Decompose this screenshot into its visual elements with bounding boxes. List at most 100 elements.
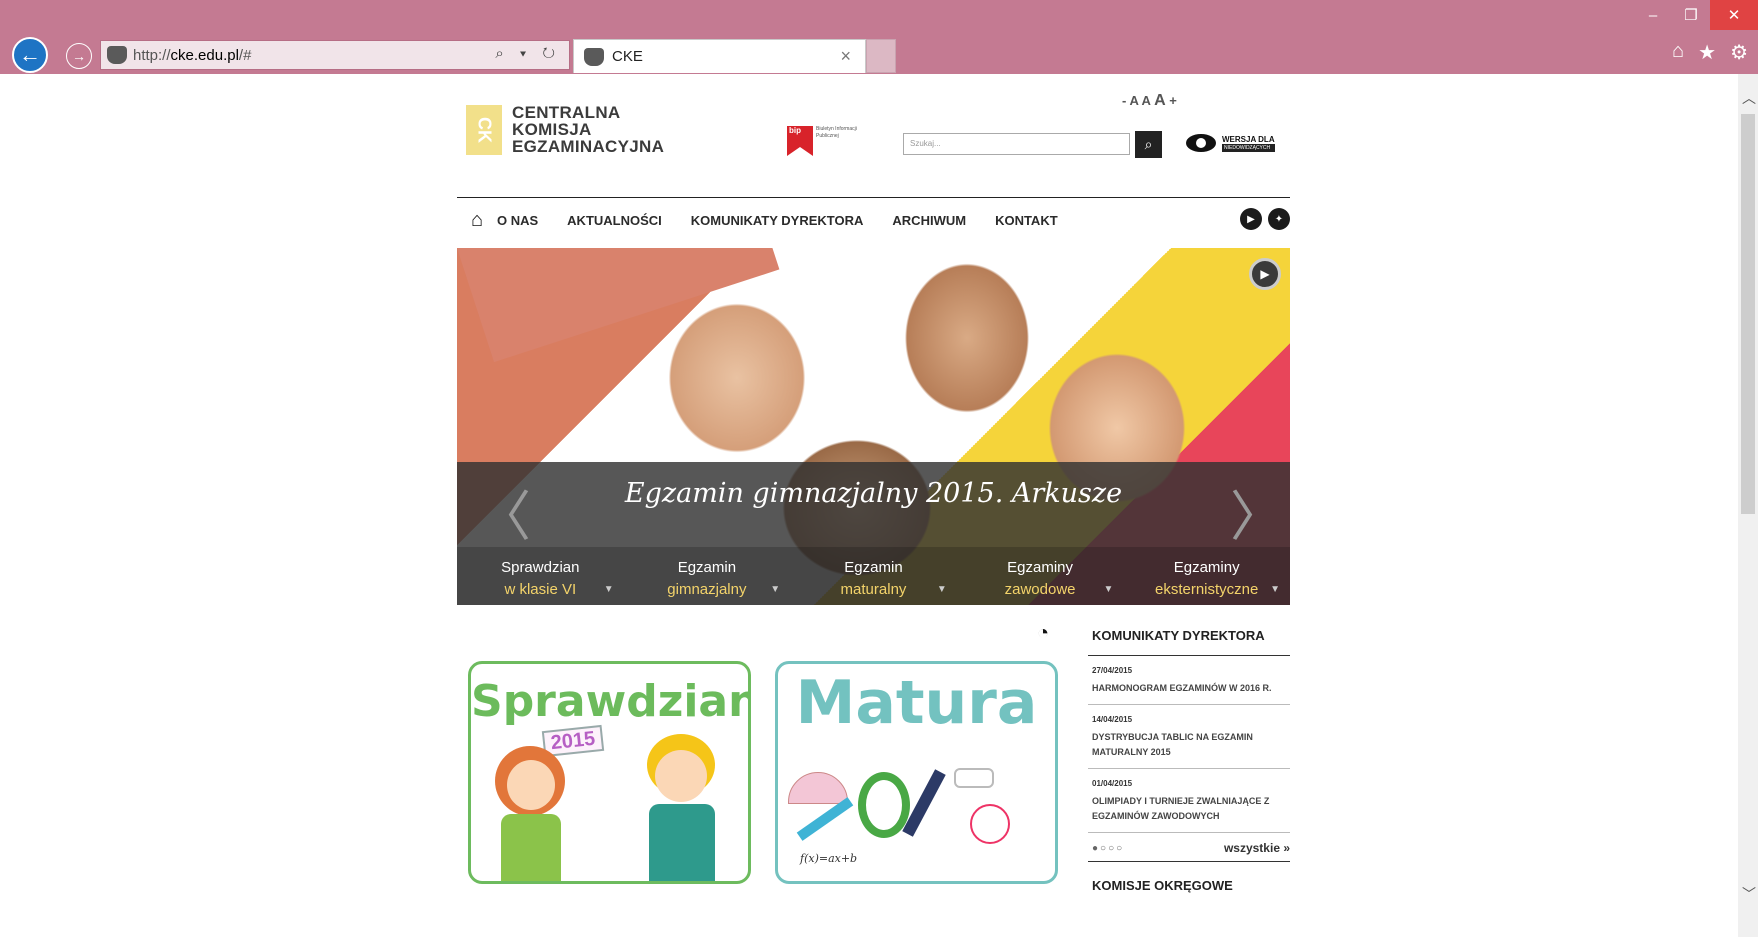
new-tab-button[interactable] bbox=[866, 39, 896, 73]
boy-shirt bbox=[649, 804, 715, 881]
restore-icon[interactable]: ❐ bbox=[1672, 0, 1710, 30]
exam-tab-sprawdzian[interactable]: Sprawdzian w klasie VI ▼ bbox=[457, 547, 624, 605]
director-announcements: KOMUNIKATY DYREKTORA 27/04/2015 HARMONOG… bbox=[1088, 614, 1290, 893]
exam-tab-line1: Egzaminy bbox=[1173, 559, 1240, 576]
regional-commissions-heading[interactable]: KOMISJE OKRĘGOWE bbox=[1088, 862, 1290, 893]
scroll-down-icon[interactable]: ﹀ bbox=[1742, 884, 1756, 904]
settings-gear-icon[interactable]: ⚙ bbox=[1730, 40, 1748, 65]
sprawdzian-card[interactable]: Sprawdzian 2015 bbox=[468, 661, 751, 884]
nav-item-archiwum[interactable]: ARCHIWUM bbox=[892, 213, 966, 228]
vertical-scrollbar[interactable]: ︿ ﹀ bbox=[1738, 74, 1758, 937]
back-button[interactable]: ← bbox=[12, 37, 48, 73]
news-title[interactable]: OLIMPIADY I TURNIEJE ZWALNIAJĄCE Z EGZAM… bbox=[1092, 794, 1290, 824]
news-date: 27/04/2015 bbox=[1092, 666, 1133, 675]
hero-image-book bbox=[457, 248, 780, 363]
url-suffix: /# bbox=[238, 46, 252, 64]
news-item[interactable]: 14/04/2015 DYSTRYBUCJA TABLIC NA EGZAMIN… bbox=[1088, 705, 1290, 769]
nav-item-o-nas[interactable]: O NAS bbox=[497, 213, 538, 228]
tab-close-icon[interactable]: × bbox=[840, 46, 851, 67]
search-input[interactable]: Szukaj... bbox=[903, 133, 1130, 155]
logo-mark: CK bbox=[466, 104, 502, 155]
news-date: 01/04/2015 bbox=[1092, 779, 1133, 788]
exam-tab-eksternistyczne[interactable]: Egzaminy eksternistyczne ▼ bbox=[1123, 547, 1290, 605]
hero-caption: 〈 Egzamin gimnazjalny 2015. Arkusze 〉 bbox=[457, 462, 1290, 547]
chevron-down-icon: ▼ bbox=[1103, 584, 1114, 595]
scroll-thumb[interactable] bbox=[1741, 114, 1755, 514]
exam-tab-line2: w klasie VI bbox=[504, 581, 577, 598]
wreath-zero-icon bbox=[858, 772, 910, 838]
function-formula: f(x)=ax+b bbox=[800, 852, 858, 865]
font-small[interactable]: A bbox=[1129, 93, 1138, 108]
news-pager: ●○○○ wszystkie » bbox=[1088, 833, 1290, 862]
all-news-link[interactable]: wszystkie » bbox=[1224, 841, 1290, 855]
tab-title: CKE bbox=[612, 48, 643, 65]
nav-item-kontakt[interactable]: KONTAKT bbox=[995, 213, 1058, 228]
news-title[interactable]: HARMONOGRAM EGZAMINÓW W 2016 R. bbox=[1092, 681, 1290, 696]
url-prefix: http:// bbox=[133, 46, 171, 64]
nav-home-icon[interactable]: ⌂ bbox=[457, 209, 497, 232]
exam-tabs: Sprawdzian w klasie VI ▼ Egzamin gimnazj… bbox=[457, 547, 1290, 605]
social-links: ▶ ✦ bbox=[1240, 208, 1290, 230]
low-vision-version-link[interactable]: WERSJA DLA NIEDOWIDZĄCYCH bbox=[1186, 134, 1275, 152]
news-item[interactable]: 01/04/2015 OLIMPIADY I TURNIEJE ZWALNIAJ… bbox=[1088, 769, 1290, 833]
exam-tab-line2: maturalny bbox=[840, 581, 907, 598]
nav-item-komunikaty[interactable]: KOMUNIKATY DYREKTORA bbox=[691, 213, 864, 228]
nav-item-aktualnosci[interactable]: AKTUALNOŚCI bbox=[567, 213, 662, 228]
sprawdzian-title: Sprawdzian bbox=[471, 676, 751, 727]
browser-toolbar-icons: ⌂ ★ ⚙ bbox=[1672, 40, 1748, 65]
address-tools[interactable]: ⌕ ▾ ↻ bbox=[495, 45, 561, 62]
logo-line-1: CENTRALNA bbox=[512, 103, 621, 122]
font-decrease[interactable]: - bbox=[1122, 93, 1126, 108]
news-title[interactable]: DYSTRYBUCJA TABLIC NA EGZAMIN MATURALNY … bbox=[1092, 730, 1290, 760]
tab-cke[interactable]: CKE × bbox=[573, 39, 866, 73]
bip-flag-icon: bip bbox=[787, 126, 813, 156]
main-nav: ⌂ O NAS AKTUALNOŚCI KOMUNIKATY DYREKTORA… bbox=[457, 197, 1290, 242]
test-tube-icon bbox=[954, 768, 994, 788]
hero-slider[interactable]: ▶ 〈 Egzamin gimnazjalny 2015. Arkusze 〉 … bbox=[457, 248, 1290, 605]
window-controls: – ❐ ✕ bbox=[1634, 0, 1758, 30]
scroll-up-icon[interactable]: ︿ bbox=[1742, 88, 1756, 108]
bip-link[interactable]: bip Biuletyn Informacji Publicznej bbox=[787, 126, 877, 158]
exam-tab-line1: Egzamin bbox=[844, 559, 903, 576]
slider-next-icon[interactable]: 〉 bbox=[1230, 472, 1284, 551]
girl-face bbox=[507, 760, 555, 810]
close-window-icon[interactable]: ✕ bbox=[1710, 0, 1758, 30]
protractor-icon bbox=[788, 772, 848, 804]
exam-tab-gimnazjalny[interactable]: Egzamin gimnazjalny ▼ bbox=[624, 547, 791, 605]
exam-tab-maturalny[interactable]: Egzamin maturalny ▼ bbox=[790, 547, 957, 605]
font-big[interactable]: A bbox=[1154, 92, 1166, 109]
twitter-icon[interactable]: ✦ bbox=[1268, 208, 1290, 230]
pager-dots[interactable]: ●○○○ bbox=[1092, 843, 1124, 854]
address-bar[interactable]: http://cke.edu.pl/# ⌕ ▾ ↻ bbox=[100, 40, 570, 70]
hero-title[interactable]: Egzamin gimnazjalny 2015. Arkusze bbox=[457, 478, 1290, 509]
matura-card[interactable]: Matura f(x)=ax+b bbox=[775, 661, 1058, 884]
youtube-icon[interactable]: ▶ bbox=[1240, 208, 1262, 230]
home-icon[interactable]: ⌂ bbox=[1672, 40, 1684, 65]
search-button[interactable]: ⌕ bbox=[1135, 131, 1162, 158]
wersja-label: WERSJA DLA bbox=[1222, 134, 1275, 144]
announcements-heading[interactable]: KOMUNIKATY DYREKTORA bbox=[1088, 614, 1290, 656]
forward-button[interactable]: → bbox=[66, 43, 92, 69]
boy-face bbox=[655, 750, 707, 802]
exam-tab-zawodowe[interactable]: Egzaminy zawodowe ▼ bbox=[957, 547, 1124, 605]
font-increase[interactable]: + bbox=[1169, 93, 1177, 108]
chevron-down-icon: ▼ bbox=[603, 584, 614, 595]
exam-tab-line1: Egzamin bbox=[677, 559, 737, 576]
search-icon: ⌕ bbox=[1144, 136, 1153, 152]
logo-line-2: KOMISJA bbox=[512, 120, 592, 139]
rss-icon[interactable]: ◔ bbox=[1037, 622, 1049, 645]
url-host: cke.edu.pl bbox=[170, 46, 239, 64]
exam-tab-line2: gimnazjalny bbox=[667, 581, 747, 598]
chevron-down-icon: ▼ bbox=[936, 584, 947, 595]
exam-tab-line1: Sprawdzian bbox=[501, 559, 580, 576]
font-mid[interactable]: A bbox=[1142, 93, 1151, 108]
matura-title: Matura bbox=[795, 668, 1038, 738]
logo-text: CENTRALNA KOMISJA EGZAMINACYJNA bbox=[512, 104, 664, 155]
cke-logo[interactable]: CK CENTRALNA KOMISJA EGZAMINACYJNA bbox=[466, 104, 664, 155]
slider-play-icon[interactable]: ▶ bbox=[1249, 258, 1281, 290]
favorites-star-icon[interactable]: ★ bbox=[1698, 40, 1716, 65]
bip-text: Biuletyn Informacji Publicznej bbox=[816, 126, 857, 139]
minimize-icon[interactable]: – bbox=[1634, 0, 1672, 30]
news-item[interactable]: 27/04/2015 HARMONOGRAM EGZAMINÓW W 2016 … bbox=[1088, 656, 1290, 705]
site-favicon-icon bbox=[107, 46, 127, 64]
